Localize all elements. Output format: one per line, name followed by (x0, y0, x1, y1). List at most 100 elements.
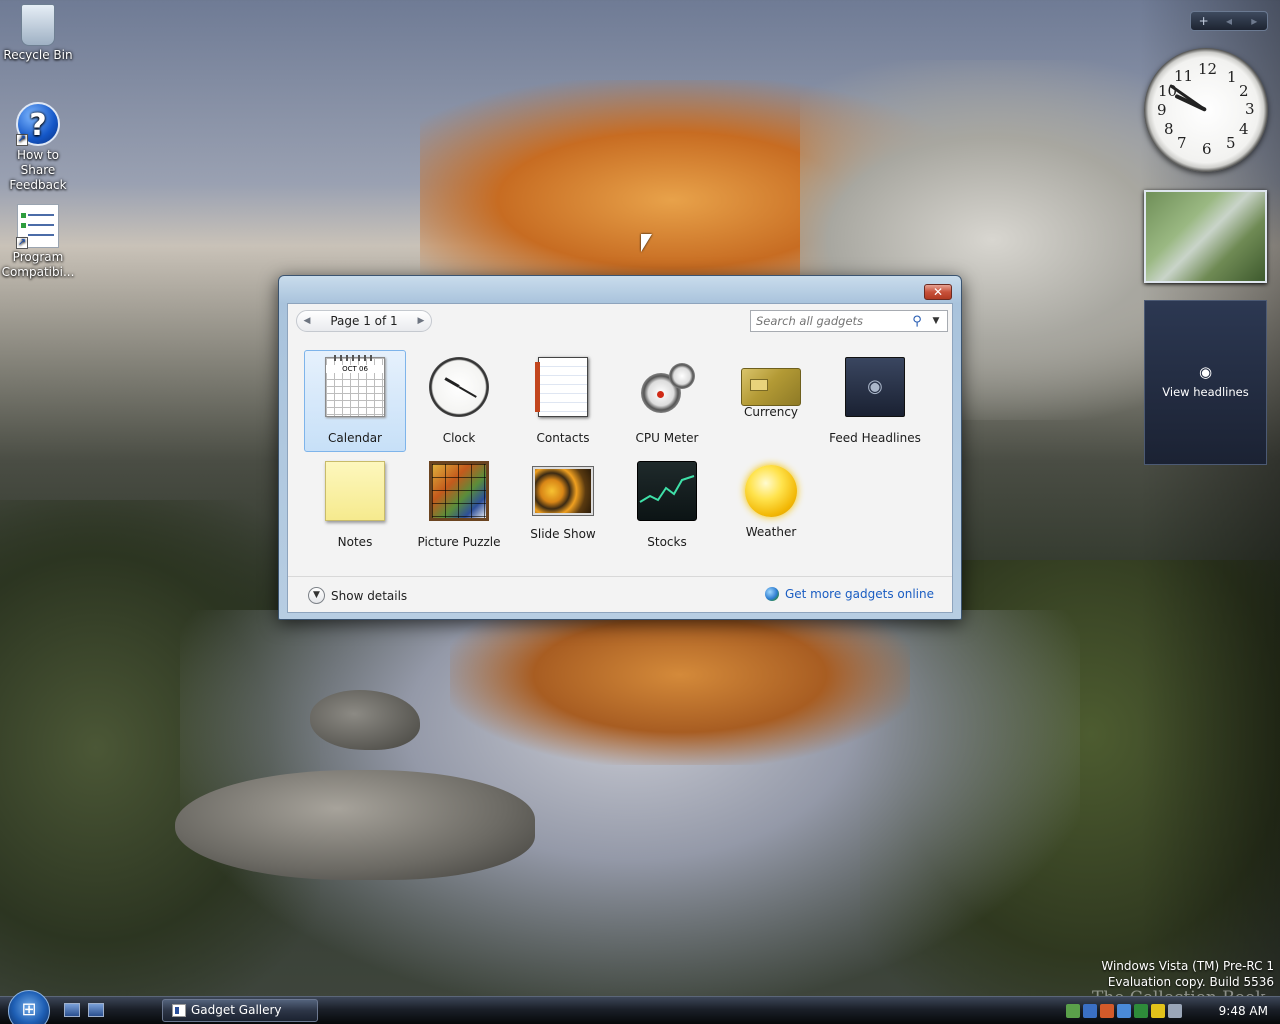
clock-numeral: 2 (1239, 82, 1249, 100)
tray-icon[interactable] (1083, 1004, 1097, 1018)
gadget-currency[interactable]: Currency (720, 350, 822, 452)
notification-area: 9:48 AM (1066, 1000, 1272, 1022)
gadget-label: Contacts (536, 431, 590, 445)
clock-numeral: 4 (1239, 120, 1249, 138)
show-details-label: Show details (331, 588, 408, 603)
gadget-grid: OCT 06 Calendar Clock Contacts CPU Meter… (302, 350, 942, 564)
feed-headlines-gadget[interactable]: ◉ View headlines (1144, 300, 1267, 465)
gadget-contacts[interactable]: Contacts (512, 350, 614, 452)
gadget-label: Currency (743, 405, 799, 419)
next-page-icon[interactable]: ▶ (411, 316, 431, 326)
clock-numeral: 8 (1164, 120, 1174, 138)
clock-icon (429, 357, 489, 417)
switch-windows-icon[interactable] (88, 1003, 104, 1017)
tray-icon[interactable] (1100, 1004, 1114, 1018)
desktop-icon-how-to-share-feedback[interactable]: ? ↗ How to Share Feedback (0, 102, 76, 193)
clock-numeral: 9 (1157, 101, 1167, 119)
search-icon[interactable]: ⚲ (907, 314, 927, 329)
clock-numeral: 7 (1177, 134, 1187, 152)
contacts-icon (535, 357, 588, 417)
recycle-bin-icon (21, 4, 55, 46)
globe-icon (764, 587, 779, 601)
slide-show-gadget[interactable] (1144, 190, 1267, 283)
wallpaper-reflection (450, 615, 910, 765)
version-line: Windows Vista (TM) Pre-RC 1 (1101, 959, 1274, 973)
taskbar-button-label: Gadget Gallery (191, 1003, 282, 1017)
gadget-label: Feed Headlines (829, 431, 921, 445)
add-gadget-button[interactable]: + (1191, 12, 1216, 30)
picture-puzzle-icon (429, 461, 489, 521)
build-watermark: Windows Vista (TM) Pre-RC 1 Evaluation c… (1101, 958, 1274, 990)
gadget-label: Clock (442, 431, 476, 445)
gallery-client-area: ◀ Page 1 of 1 ▶ ⚲ ▼ OCT 06 Calendar Cloc… (287, 303, 953, 613)
gadget-slide-show[interactable]: Slide Show (512, 454, 614, 556)
shortcut-arrow-icon: ↗ (16, 237, 28, 249)
taskbar: ⊞ Gadget Gallery 9:48 AM (0, 990, 1280, 1024)
chevron-down-icon: ▼ (308, 587, 325, 604)
gadget-calendar[interactable]: OCT 06 Calendar (304, 350, 406, 452)
rss-icon: ◉ (1198, 363, 1213, 381)
close-button[interactable]: ✕ (924, 284, 952, 300)
desktop-icon-program-compatibility[interactable]: ↗ Program Compatibi... (0, 204, 76, 280)
shortcut-arrow-icon: ↗ (16, 134, 28, 146)
get-more-gadgets-label: Get more gadgets online (784, 587, 934, 601)
page-indicator: Page 1 of 1 (330, 314, 398, 328)
search-box: ⚲ ▼ (750, 310, 948, 332)
tray-icon[interactable] (1066, 1004, 1080, 1018)
gadget-stocks[interactable]: Stocks (616, 454, 718, 556)
desktop-icon-label: Recycle Bin (3, 48, 73, 62)
get-more-gadgets-link[interactable]: Get more gadgets online (764, 587, 934, 601)
gadget-clock[interactable]: Clock (408, 350, 510, 452)
gadget-label: Notes (337, 535, 373, 549)
currency-icon (741, 368, 801, 406)
sidebar-controls: + ◂ ▸ (1190, 11, 1268, 31)
cpu-meter-icon (637, 357, 697, 417)
calendar-month: OCT 06 (326, 365, 384, 373)
clock-gadget[interactable]: 12 1 2 3 4 5 6 7 8 9 10 11 (1144, 48, 1268, 172)
wallpaper-rock (175, 770, 535, 880)
shield-icon[interactable] (1134, 1004, 1148, 1018)
gadget-gallery-window: ✕ ◀ Page 1 of 1 ▶ ⚲ ▼ OCT 06 Calendar C (278, 275, 962, 620)
sun-icon (745, 465, 797, 517)
clock-numeral: 5 (1226, 134, 1236, 152)
gadget-cpu-meter[interactable]: CPU Meter (616, 350, 718, 452)
volume-icon[interactable] (1168, 1004, 1182, 1018)
next-gadgets-button[interactable]: ▸ (1242, 12, 1267, 30)
gadget-label: Calendar (328, 431, 382, 445)
gallery-toolbar: ◀ Page 1 of 1 ▶ ⚲ ▼ (288, 304, 952, 342)
view-headlines-link[interactable]: View headlines (1145, 385, 1266, 399)
page-navigator: ◀ Page 1 of 1 ▶ (296, 310, 432, 332)
show-desktop-icon[interactable] (64, 1003, 80, 1017)
mouse-cursor-icon (641, 234, 652, 252)
desktop-icon-label: How to Share Feedback (9, 148, 67, 192)
stocks-icon (637, 461, 697, 521)
gadget-notes[interactable]: Notes (304, 454, 406, 556)
help-icon: ? ↗ (16, 102, 60, 146)
slide-show-icon (533, 467, 593, 515)
gadget-weather[interactable]: Weather (720, 454, 822, 556)
gadget-label: CPU Meter (635, 431, 699, 445)
search-input[interactable] (751, 314, 907, 328)
gadget-gallery-icon (172, 1004, 186, 1017)
gallery-footer: ▼ Show details Get more gadgets online (288, 576, 952, 612)
show-details-toggle[interactable]: ▼ Show details (308, 587, 407, 604)
tray-icon[interactable] (1151, 1004, 1165, 1018)
gadget-label: Picture Puzzle (417, 535, 501, 549)
clock-numeral: 12 (1198, 60, 1218, 78)
network-icon[interactable] (1117, 1004, 1131, 1018)
clock-numeral: 1 (1227, 68, 1237, 86)
taskbar-button-gadget-gallery[interactable]: Gadget Gallery (162, 999, 318, 1022)
chevron-down-icon[interactable]: ▼ (927, 316, 945, 326)
previous-page-icon[interactable]: ◀ (297, 316, 317, 326)
clock-numeral: 11 (1174, 67, 1194, 85)
previous-gadgets-button[interactable]: ◂ (1216, 12, 1241, 30)
gadget-feed-headlines[interactable]: ◉ Feed Headlines (824, 350, 926, 452)
clock-time[interactable]: 9:48 AM (1219, 1004, 1272, 1018)
desktop-icon-recycle-bin[interactable]: Recycle Bin (0, 4, 76, 63)
clock-numeral: 3 (1245, 100, 1255, 118)
gadget-label: Weather (745, 525, 797, 539)
start-button[interactable]: ⊞ (8, 990, 50, 1024)
program-list-icon: ↗ (16, 204, 59, 249)
gadget-label: Slide Show (530, 527, 596, 541)
gadget-picture-puzzle[interactable]: Picture Puzzle (408, 454, 510, 556)
